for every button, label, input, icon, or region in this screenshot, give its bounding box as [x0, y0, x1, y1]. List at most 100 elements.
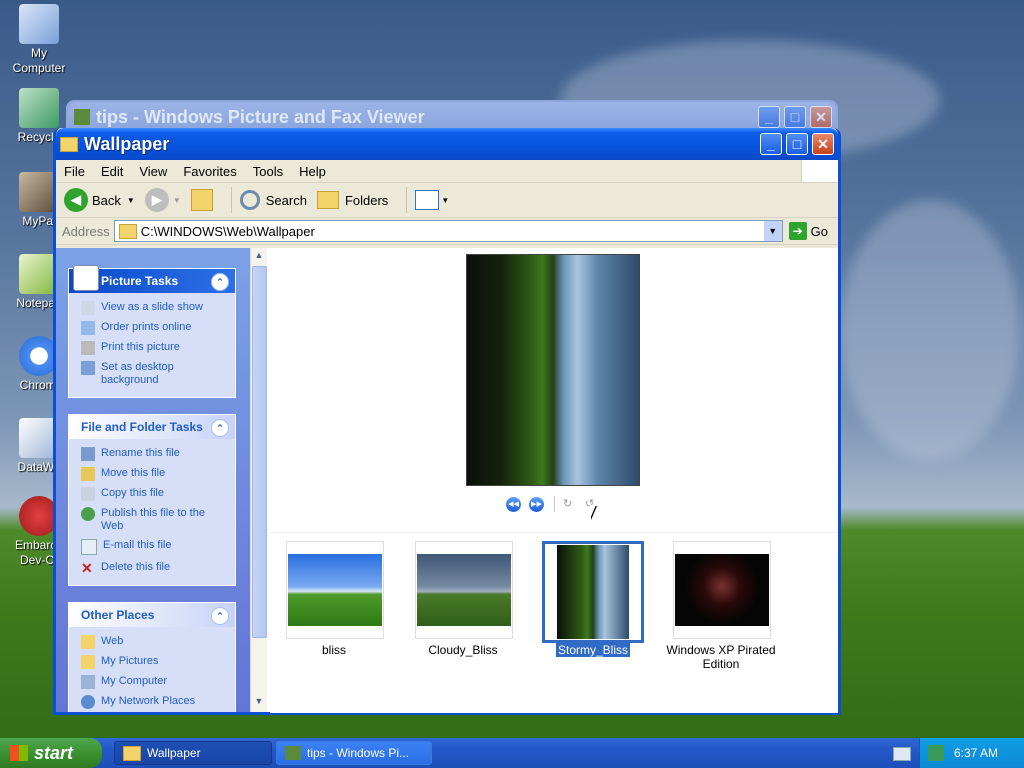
dropdown-arrow-icon[interactable]: ▼	[173, 196, 181, 205]
place-network[interactable]: My Network Places	[81, 695, 229, 709]
network-status-icon[interactable]	[928, 745, 944, 761]
go-arrow-icon: ➔	[788, 222, 807, 240]
picture-tasks-panel: Picture Tasks ⌃ View as a slide show Ord…	[68, 265, 236, 398]
file-label: bliss	[321, 643, 346, 657]
explorer-body: Picture Tasks ⌃ View as a slide show Ord…	[56, 248, 838, 713]
thumbnail-pirated-edition[interactable]	[673, 541, 771, 639]
move-icon	[81, 467, 95, 481]
views-button[interactable]: ▼	[415, 190, 449, 210]
desktop-icon-my-computer[interactable]: My Computer	[0, 4, 78, 76]
task-set-background[interactable]: Set as desktop background	[81, 361, 229, 387]
task-slideshow[interactable]: View as a slide show	[81, 301, 229, 315]
task-delete[interactable]: ✕ Delete this file	[81, 561, 229, 575]
address-field[interactable]: C:\WINDOWS\Web\Wallpaper ▼	[113, 220, 783, 242]
place-my-computer[interactable]: My Computer	[81, 675, 229, 689]
up-button[interactable]	[190, 189, 213, 211]
menu-tools[interactable]: Tools	[245, 164, 291, 179]
menu-bar: File Edit View Favorites Tools Help	[56, 160, 838, 183]
file-name-stormy-bliss[interactable]: Stormy_Bliss	[528, 643, 658, 657]
place-web[interactable]: Web	[81, 635, 229, 649]
go-button[interactable]: ➔ Go	[788, 222, 828, 240]
forward-button[interactable]: ▶ ▼	[144, 188, 181, 212]
menu-edit[interactable]: Edit	[93, 164, 131, 179]
folder-icon	[123, 745, 141, 761]
title-bar[interactable]: Wallpaper _ □ ✕	[56, 128, 838, 160]
collapse-icon[interactable]: ⌃	[211, 273, 229, 291]
file-folder-tasks-header[interactable]: File and Folder Tasks ⌃	[69, 415, 235, 439]
task-email[interactable]: E-mail this file	[81, 539, 229, 555]
task-order-prints[interactable]: Order prints online	[81, 321, 229, 335]
picture-tasks-header[interactable]: Picture Tasks ⌃	[69, 265, 235, 293]
previous-image-icon[interactable]: ◀◀	[506, 496, 521, 512]
thumbnail-bliss[interactable]	[286, 541, 384, 639]
task-print[interactable]: Print this picture	[81, 341, 229, 355]
taskbar-button-wallpaper[interactable]: Wallpaper	[114, 741, 272, 765]
place-my-pictures[interactable]: My Pictures	[81, 655, 229, 669]
globe-icon	[81, 321, 95, 335]
start-label: start	[34, 742, 74, 763]
back-window-title: tips - Windows Picture and Fax Viewer	[96, 106, 425, 127]
keyboard-icon[interactable]	[893, 747, 911, 761]
task-label: E-mail this file	[103, 539, 172, 551]
menu-favorites[interactable]: Favorites	[175, 164, 244, 179]
taskbar-button-picture-viewer[interactable]: tips - Windows Pi...	[276, 741, 432, 765]
collapse-icon[interactable]: ⌃	[211, 607, 229, 625]
printer-icon	[81, 341, 95, 355]
menu-help[interactable]: Help	[291, 164, 334, 179]
scroll-up-icon[interactable]: ▲	[252, 250, 266, 264]
thumbnail-stormy-bliss[interactable]	[542, 541, 644, 643]
task-move[interactable]: Move this file	[81, 467, 229, 481]
task-publish[interactable]: Publish this file to the Web	[81, 507, 229, 533]
explorer-window: Wallpaper _ □ ✕ File Edit View Favorites…	[53, 128, 841, 715]
network-icon	[81, 695, 95, 709]
back-button[interactable]: ◀ Back ▼	[64, 188, 135, 212]
chevron-down-icon[interactable]: ▼	[763, 221, 782, 241]
folder-icon	[60, 136, 78, 152]
clock[interactable]: 6:37 AM	[954, 746, 998, 760]
next-image-icon[interactable]: ▶▶	[529, 496, 544, 512]
maximize-button[interactable]: □	[784, 106, 806, 128]
file-name-cloudy-bliss[interactable]: Cloudy_Bliss	[398, 643, 528, 657]
picture-tasks-icon	[73, 265, 99, 291]
address-bar: Address C:\WINDOWS\Web\Wallpaper ▼ ➔ Go	[56, 218, 838, 245]
address-value: C:\WINDOWS\Web\Wallpaper	[140, 223, 315, 239]
close-button[interactable]: ✕	[810, 106, 832, 128]
delete-x-icon: ✕	[81, 560, 93, 576]
maximize-button[interactable]: □	[786, 133, 808, 155]
taskbar-label: tips - Windows Pi...	[307, 746, 410, 760]
place-label: My Computer	[101, 675, 168, 687]
search-button[interactable]: Search	[239, 190, 307, 210]
scrollbar-thumb[interactable]	[252, 266, 267, 638]
dropdown-arrow-icon[interactable]: ▼	[127, 196, 135, 205]
menu-view[interactable]: View	[131, 164, 175, 179]
minimize-button[interactable]: _	[758, 106, 780, 128]
place-label: My Network Places	[101, 695, 196, 707]
slideshow-icon	[81, 301, 95, 315]
other-places-header[interactable]: Other Places ⌃	[69, 603, 235, 627]
panel-title: Picture Tasks	[101, 274, 179, 288]
task-pane-scrollbar[interactable]: ▲ ▼	[250, 248, 267, 712]
window-title: Wallpaper	[84, 133, 170, 154]
place-label: My Pictures	[101, 655, 159, 667]
file-name-pirated-edition[interactable]: Windows XP Pirated Edition	[656, 643, 786, 671]
publish-globe-icon	[81, 507, 95, 521]
start-button[interactable]: start	[0, 738, 102, 768]
minimize-button[interactable]: _	[760, 133, 782, 155]
scroll-down-icon[interactable]: ▼	[252, 696, 266, 710]
folders-button[interactable]: Folders	[316, 191, 388, 209]
other-places-panel: Other Places ⌃ Web My Pictures My Comput…	[68, 602, 236, 712]
task-rename[interactable]: Rename this file	[81, 447, 229, 461]
task-label: Move this file	[101, 467, 166, 479]
thumbnail-cloudy-bliss[interactable]	[415, 541, 513, 639]
thumbnail-image	[675, 554, 769, 626]
rename-icon	[81, 447, 95, 461]
email-icon	[81, 539, 97, 555]
copy-icon	[81, 487, 95, 501]
address-label: Address	[62, 223, 110, 239]
collapse-icon[interactable]: ⌃	[211, 419, 229, 437]
task-copy[interactable]: Copy this file	[81, 487, 229, 501]
rotate-clockwise-icon[interactable]: ↻	[563, 497, 577, 511]
file-name-bliss[interactable]: bliss	[269, 643, 399, 657]
close-button[interactable]: ✕	[812, 133, 834, 155]
menu-file[interactable]: File	[56, 164, 93, 179]
